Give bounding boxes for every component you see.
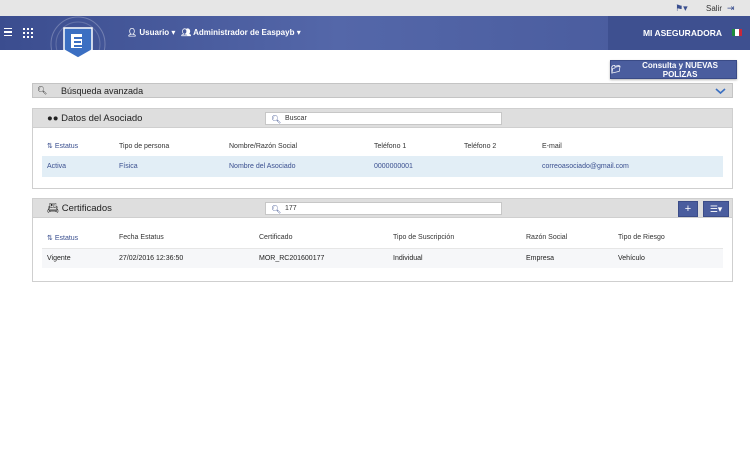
- chevron-down-icon: ▾: [296, 28, 301, 37]
- asociado-panel-title: ●● Datos del Asociado: [47, 113, 142, 124]
- cell-razon-social: Empresa: [526, 247, 618, 268]
- cell-tipo-riesgo: Vehículo: [618, 247, 723, 268]
- cell-telefono2: [464, 156, 542, 177]
- table-row[interactable]: Activa Física Nombre del Asociado 000000…: [42, 156, 723, 177]
- column-header-tipo-suscripcion[interactable]: Tipo de Suscripción: [393, 228, 526, 248]
- certificados-panel-title: 📇︎ Certificados: [47, 203, 112, 214]
- hamburger-menu-icon[interactable]: [4, 28, 12, 38]
- list-options-button[interactable]: ☰▾: [703, 201, 729, 217]
- table-header-row: ⇅ Estatus Tipo de persona Nombre/Razón S…: [42, 136, 723, 156]
- folder-plus-icon: 📁︎: [611, 65, 622, 74]
- certificados-panel: 📇︎ Certificados 🔍︎ 177 + ☰▾ ⇅ Estatus Fe…: [32, 198, 733, 282]
- asociado-title-text: Datos del Asociado: [61, 113, 143, 124]
- column-header-razon-social[interactable]: Razón Social: [526, 228, 618, 248]
- company-logo: [48, 14, 108, 74]
- cell-email: correoasociado@gmail.com: [542, 156, 723, 177]
- column-header-telefono1[interactable]: Teléfono 1: [374, 136, 464, 156]
- cell-telefono1: 0000000001: [374, 156, 464, 177]
- sort-icon: ⇅: [47, 234, 53, 242]
- column-header-estatus[interactable]: ⇅ Estatus: [42, 136, 119, 156]
- cell-estatus: Vigente: [42, 247, 119, 268]
- advanced-search-title: Búsqueda avanzada: [61, 86, 144, 96]
- asociado-panel-header: ●● Datos del Asociado 🔍︎ Buscar: [33, 109, 732, 128]
- search-icon: 🔍︎: [37, 86, 48, 95]
- asociado-search-input[interactable]: 🔍︎ Buscar: [265, 112, 502, 125]
- asociado-panel: ●● Datos del Asociado 🔍︎ Buscar ⇅ Estatu…: [32, 108, 733, 189]
- notifications-icon[interactable]: ⚑▾: [675, 3, 688, 14]
- certificados-title-text: Certificados: [61, 203, 112, 214]
- asociado-search-placeholder: Buscar: [285, 115, 307, 122]
- chevron-down-icon: ▾: [171, 28, 176, 37]
- binoculars-icon: ●●: [47, 113, 59, 124]
- certificados-search-value: 177: [285, 205, 297, 212]
- users-group-icon: 👥︎: [181, 28, 192, 37]
- apps-grid-icon[interactable]: [23, 28, 33, 38]
- admin-menu-label: Administrador de Easpayb: [193, 28, 295, 37]
- add-certificado-button[interactable]: +: [678, 201, 698, 217]
- mexico-flag-icon[interactable]: [732, 29, 742, 36]
- column-header-email[interactable]: E-mail: [542, 136, 723, 156]
- user-menu[interactable]: 👤︎ Usuario ▾: [127, 28, 175, 37]
- brand-name: MI ASEGURADORA: [642, 28, 722, 38]
- column-header-certificado[interactable]: Certificado: [259, 228, 393, 248]
- sort-icon: ⇅: [47, 143, 53, 150]
- cell-fecha-estatus: 27/02/2016 12:36:50: [119, 247, 259, 268]
- table-row[interactable]: Vigente 27/02/2016 12:36:50 MOR_RC201600…: [42, 247, 723, 268]
- column-header-nombre[interactable]: Nombre/Razón Social: [229, 136, 374, 156]
- certificados-panel-header: 📇︎ Certificados 🔍︎ 177 + ☰▾: [33, 199, 732, 218]
- certificados-search-input[interactable]: 🔍︎ 177: [265, 202, 502, 215]
- column-header-tipo-riesgo[interactable]: Tipo de Riesgo: [618, 228, 723, 248]
- search-icon: 🔍︎: [271, 115, 282, 124]
- search-icon: 🔍︎: [271, 205, 282, 214]
- cell-nombre: Nombre del Asociado: [229, 156, 374, 177]
- column-header-estatus[interactable]: ⇅ Estatus: [42, 228, 119, 248]
- cell-tipo-suscripcion: Individual: [393, 247, 526, 268]
- logout-link[interactable]: Salir: [706, 4, 722, 13]
- cell-tipo-persona: Física: [119, 156, 229, 177]
- id-card-icon: 📇︎: [47, 203, 60, 214]
- advanced-search-accordion[interactable]: 🔍︎ Búsqueda avanzada: [32, 83, 733, 98]
- certificados-table: ⇅ Estatus Fecha Estatus Certificado Tipo…: [42, 228, 723, 268]
- consulta-button-label: Consulta y NUEVAS POLIZAS: [642, 60, 719, 79]
- cell-certificado: MOR_RC201600177: [259, 247, 393, 268]
- logout-icon[interactable]: ⇥: [727, 3, 735, 14]
- user-menu-label: Usuario: [139, 28, 170, 37]
- cell-estatus: Activa: [42, 156, 119, 177]
- admin-menu[interactable]: 👥︎ Administrador de Easpayb ▾: [181, 28, 301, 37]
- chevron-down-icon[interactable]: [715, 87, 726, 95]
- top-utility-bar: ⚑▾ Salir ⇥: [0, 0, 750, 16]
- asociado-table: ⇅ Estatus Tipo de persona Nombre/Razón S…: [42, 136, 723, 177]
- column-header-telefono2[interactable]: Teléfono 2: [464, 136, 542, 156]
- main-navbar: 👤︎ Usuario ▾ 👥︎ Administrador de Easpayb…: [0, 16, 750, 72]
- table-header-row: ⇅ Estatus Fecha Estatus Certificado Tipo…: [42, 228, 723, 248]
- column-header-fecha-estatus[interactable]: Fecha Estatus: [119, 228, 259, 248]
- column-header-tipo-persona[interactable]: Tipo de persona: [119, 136, 229, 156]
- consulta-nuevas-polizas-button[interactable]: 📁︎ Consulta y NUEVAS POLIZAS: [610, 60, 737, 79]
- user-icon: 👤︎: [127, 28, 138, 37]
